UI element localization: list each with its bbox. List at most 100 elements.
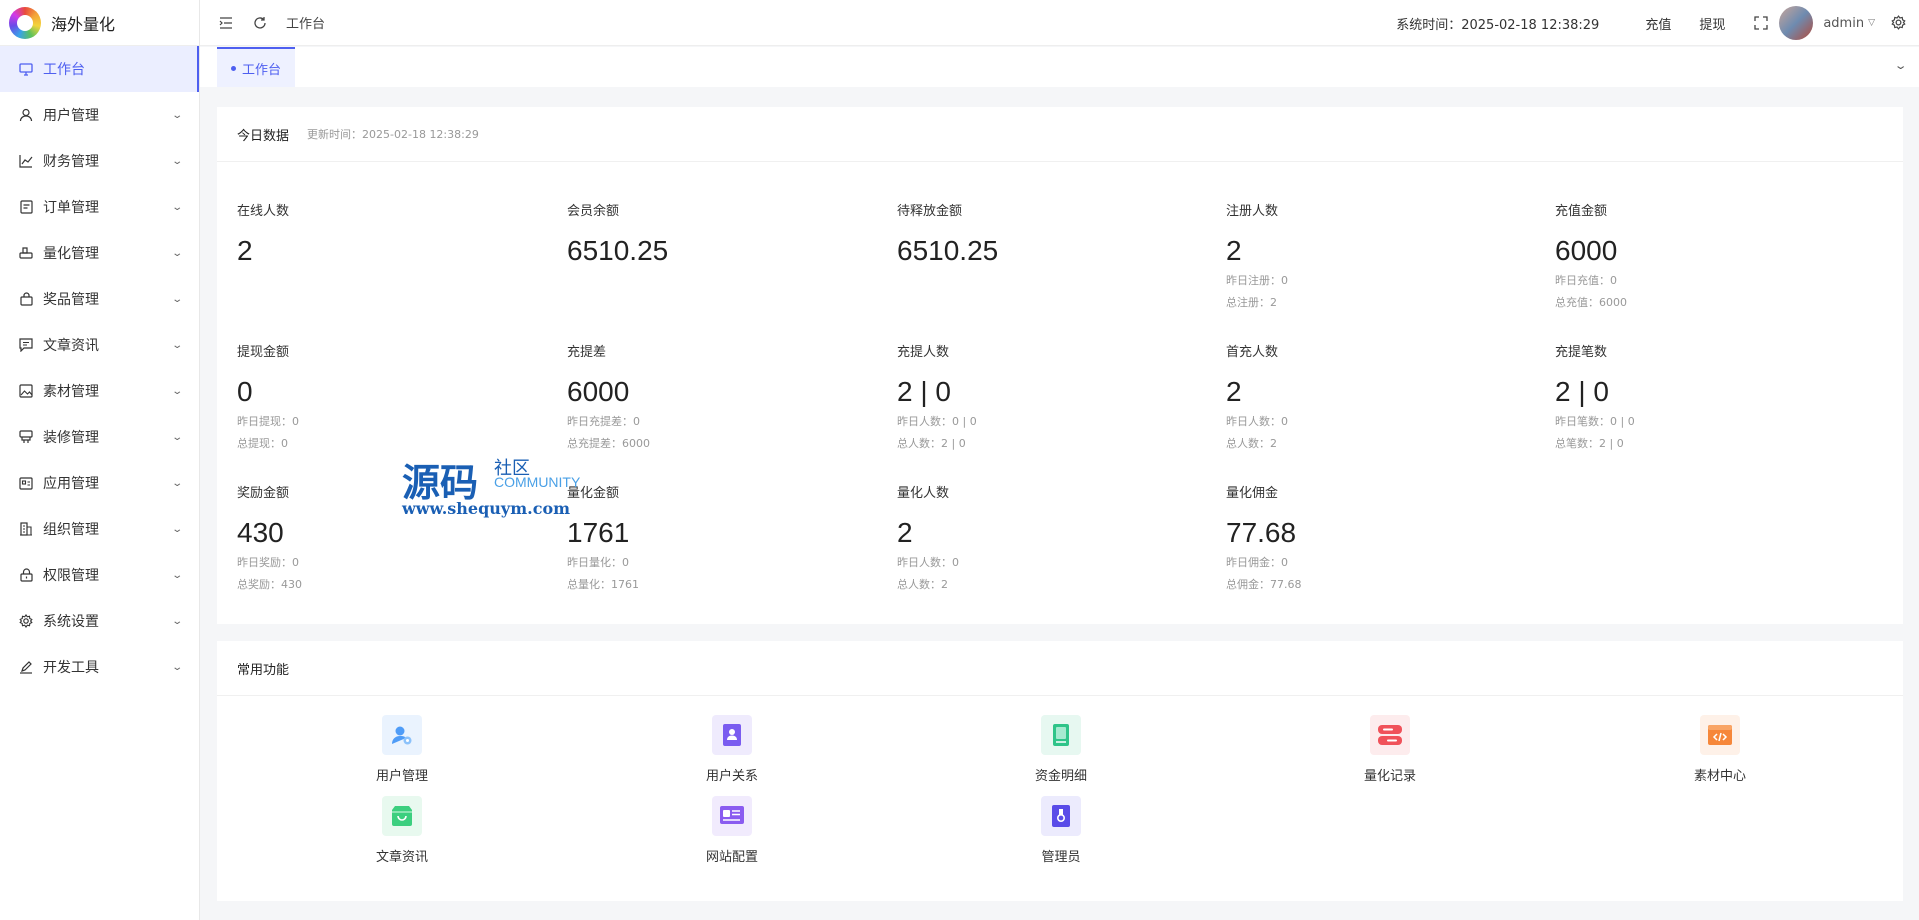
stat-label: 充提笔数 (1555, 345, 1608, 360)
sidebar-item-workbench[interactable]: 工作台 (0, 46, 199, 92)
card-title: 今日数据 (237, 128, 290, 144)
sidebar-item-label: 财务管理 (43, 154, 99, 170)
shortcut-fund-details[interactable]: 资金明细 (1001, 715, 1121, 784)
shortcut-articles[interactable]: 文章资讯 (342, 796, 462, 865)
stat-sub: 昨日人数：0 (897, 556, 959, 569)
picture-icon (18, 383, 34, 399)
stat-first-deposit-users: 首充人数 2 昨日人数：0 总人数：2 (1226, 341, 1526, 451)
watermark-community: COMMUNITY (494, 474, 581, 490)
sidebar-item-materials[interactable]: 素材管理 ⌄ (0, 368, 199, 414)
stat-withdraw-amount: 提现金额 0 昨日提现：0 总提现：0 (237, 341, 537, 451)
chevron-down-icon: ⌄ (170, 155, 183, 167)
shortcut-label: 用户管理 (375, 769, 428, 784)
stat-value: 2 (897, 517, 913, 548)
chevron-down-icon: ⌄ (170, 523, 183, 535)
shortcut-administrators[interactable]: 管理员 (1001, 796, 1121, 865)
refresh-icon[interactable] (252, 15, 268, 31)
app-icon (18, 475, 34, 491)
chevron-down-icon: ⌄ (170, 569, 183, 581)
app-name: 海外量化 (51, 14, 116, 34)
logo[interactable]: 海外量化 (0, 0, 199, 46)
stat-label: 量化金额 (567, 486, 620, 501)
recharge-link[interactable]: 充值 (1645, 14, 1671, 33)
sidebar-item-articles[interactable]: 文章资讯 ⌄ (0, 322, 199, 368)
sidebar-item-quant[interactable]: 量化管理 ⌄ (0, 230, 199, 276)
document-icon (18, 199, 34, 215)
chevron-down-icon: ⌄ (170, 293, 183, 305)
shortcut-user-management[interactable]: 用户管理 (342, 715, 462, 784)
chevron-down-icon[interactable]: ⌄ (1893, 59, 1907, 72)
ledger-icon (1041, 715, 1081, 755)
chevron-down-icon: ⌄ (170, 247, 183, 259)
gear-icon[interactable] (1891, 15, 1907, 31)
stat-member-balance: 会员余额 6510.25 (567, 200, 867, 267)
shortcut-material-center[interactable]: 素材中心 (1660, 715, 1780, 784)
sidebar-item-label: 素材管理 (43, 384, 99, 400)
stat-sub: 总充值：6000 (1555, 296, 1627, 309)
breadcrumb: 工作台 (286, 17, 326, 32)
common-functions-card: 常用功能 用户管理 用户关系 资金明细 量化记录 素材中心 文章资讯 网站配置 … (217, 641, 1903, 901)
sidebar-item-organization[interactable]: 组织管理 ⌄ (0, 506, 199, 552)
stat-registrations: 注册人数 2 昨日注册：0 总注册：2 (1226, 200, 1526, 310)
stat-sub: 昨日佣金：0 (1226, 556, 1288, 569)
sidebar-item-finance[interactable]: 财务管理 ⌄ (0, 138, 199, 184)
shortcut-user-relations[interactable]: 用户关系 (672, 715, 792, 784)
shortcut-label: 用户关系 (705, 769, 758, 784)
shortcut-label: 素材中心 (1693, 769, 1746, 784)
chevron-down-icon: ⌄ (170, 109, 183, 121)
chevron-down-icon: ⌄ (170, 477, 183, 489)
stat-value: 1761 (567, 517, 630, 548)
server-icon (1370, 715, 1410, 755)
sidebar-item-prizes[interactable]: 奖品管理 ⌄ (0, 276, 199, 322)
updated-time: 更新时间：2025-02-18 12:38:29 (307, 128, 479, 141)
sidebar-item-devtools[interactable]: 开发工具 ⌄ (0, 644, 199, 690)
sidebar-item-decoration[interactable]: 装修管理 ⌄ (0, 414, 199, 460)
user-setting-icon (382, 715, 422, 755)
setting-icon (18, 613, 34, 629)
withdraw-link[interactable]: 提现 (1699, 14, 1725, 33)
bag-icon (18, 291, 34, 307)
stat-value: 6510.25 (567, 235, 669, 266)
stat-sub: 总量化：1761 (567, 578, 639, 591)
watermark-url: www.shequym.com (402, 499, 571, 518)
tab-workbench[interactable]: 工作台 (217, 47, 296, 87)
sidebar-item-orders[interactable]: 订单管理 ⌄ (0, 184, 199, 230)
shortcut-label: 网站配置 (705, 850, 758, 865)
sidebar-item-apps[interactable]: 应用管理 ⌄ (0, 460, 199, 506)
edit-pen-icon (18, 659, 34, 675)
chevron-down-icon: ⌄ (170, 201, 183, 213)
stat-quant-commission: 量化佣金 77.68 昨日佣金：0 总佣金：77.68 (1226, 482, 1526, 592)
sidebar-item-label: 组织管理 (43, 522, 99, 538)
sidebar-item-label: 奖品管理 (43, 292, 99, 308)
sidebar-item-permissions[interactable]: 权限管理 ⌄ (0, 552, 199, 598)
stat-label: 充提差 (567, 345, 607, 360)
chart-icon (18, 153, 34, 169)
message-icon (18, 337, 34, 353)
chevron-down-icon: ⌄ (170, 385, 183, 397)
chevron-down-icon[interactable]: ▽ (1868, 18, 1875, 28)
stat-sub: 总人数：2 | 0 (897, 437, 966, 450)
shortcut-quant-records[interactable]: 量化记录 (1330, 715, 1450, 784)
avatar[interactable] (1779, 6, 1814, 40)
stat-net-deposit: 充提差 6000 昨日充提差：0 总充提差：6000 (567, 341, 867, 451)
stat-deposit-withdraw-users: 充提人数 2 | 0 昨日人数：0 | 0 总人数：2 | 0 (897, 341, 1197, 451)
menu-fold-icon[interactable] (218, 15, 234, 31)
watermark-logo: 源码 社区 COMMUNITY www.shequym.com (402, 452, 602, 522)
sidebar-item-users[interactable]: 用户管理 ⌄ (0, 92, 199, 138)
stat-sub: 昨日量化：0 (567, 556, 629, 569)
stat-label: 量化佣金 (1226, 486, 1279, 501)
card-header: 今日数据 更新时间：2025-02-18 12:38:29 (217, 107, 1903, 162)
code-window-icon (1700, 715, 1740, 755)
username[interactable]: admin (1823, 16, 1864, 31)
chevron-down-icon: ⌄ (170, 431, 183, 443)
stat-sub: 总人数：2 (897, 578, 948, 591)
sidebar-menu: 工作台 用户管理 ⌄ 财务管理 ⌄ 订单管理 ⌄ 量化管理 ⌄ 奖品管理 ⌄ 文… (0, 46, 199, 690)
fullscreen-icon[interactable] (1753, 15, 1769, 31)
shortcut-site-config[interactable]: 网站配置 (672, 796, 792, 865)
stat-sub: 总佣金：77.68 (1226, 578, 1302, 591)
sidebar-item-label: 用户管理 (43, 108, 99, 124)
lock-icon (18, 567, 34, 583)
sidebar-item-settings[interactable]: 系统设置 ⌄ (0, 598, 199, 644)
stat-quant-amount: 量化金额 1761 昨日量化：0 总量化：1761 (567, 482, 867, 592)
stat-label: 量化人数 (897, 486, 950, 501)
